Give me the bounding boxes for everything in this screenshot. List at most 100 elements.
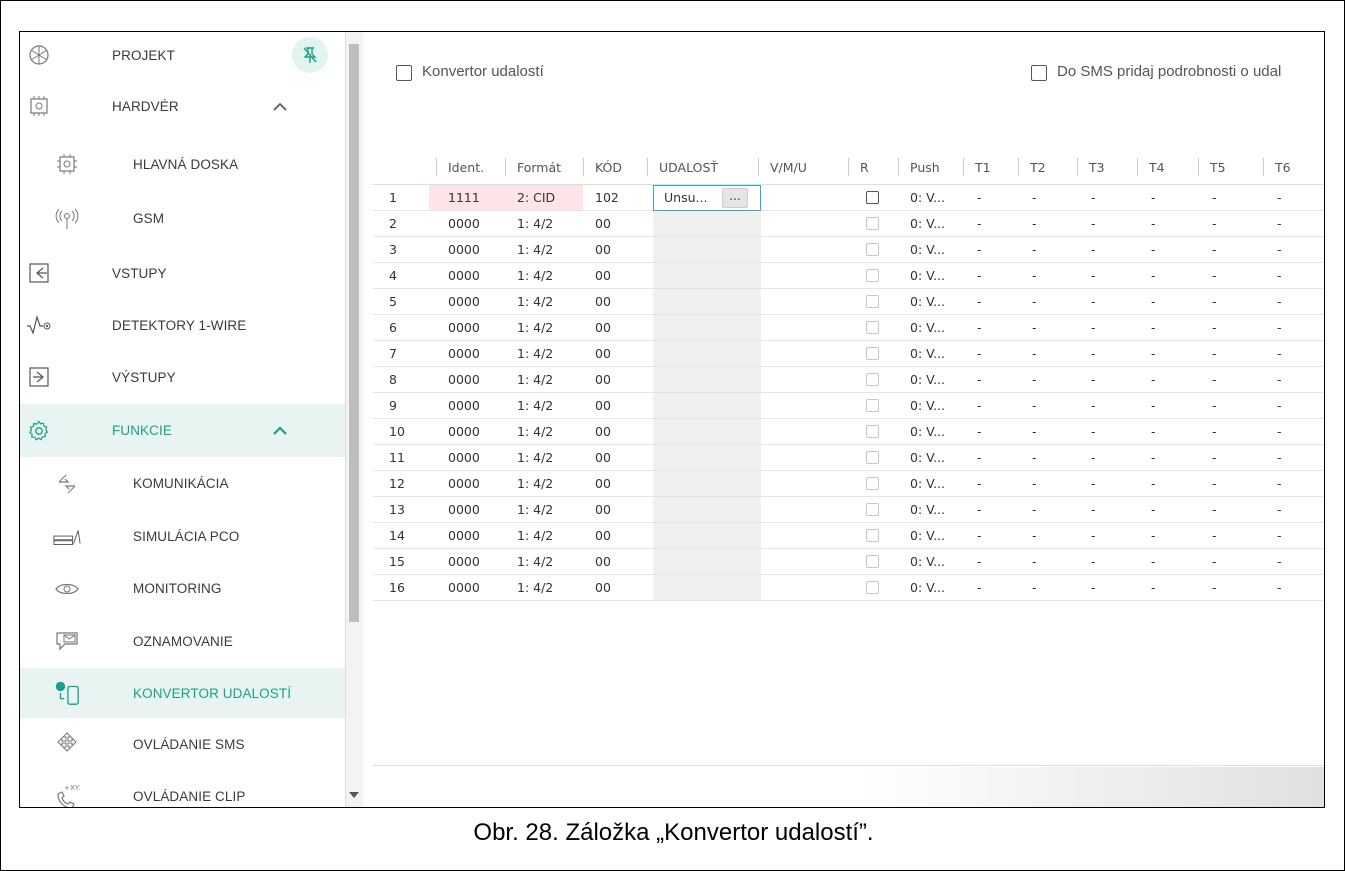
column-header[interactable]: Ident. — [436, 150, 484, 184]
sidebar-item-monitoring[interactable]: MONITORING — [20, 563, 345, 614]
trigger-cell[interactable]: - — [1151, 393, 1171, 418]
row-number[interactable]: 10 — [389, 419, 429, 444]
r-checkbox[interactable] — [866, 243, 879, 256]
trigger-cell[interactable]: - — [1277, 523, 1297, 548]
trigger-cell[interactable]: - — [977, 471, 997, 496]
format-cell[interactable]: 1: 4/2 — [499, 471, 583, 496]
format-cell[interactable]: 2: CID — [499, 185, 583, 210]
trigger-cell[interactable]: - — [1212, 575, 1232, 600]
ident-cell[interactable]: 0000 — [429, 289, 499, 314]
sidebar-item-komunikacia[interactable]: KOMUNIKÁCIA — [20, 457, 345, 510]
push-cell[interactable]: 0: V... — [910, 289, 965, 314]
push-cell[interactable]: 0: V... — [910, 315, 965, 340]
table-row[interactable]: 11 0000 1: 4/2 00 0: V... - - - - - - — [373, 445, 1324, 471]
row-number[interactable]: 3 — [389, 237, 429, 262]
ident-cell[interactable]: 0000 — [429, 263, 499, 288]
sidebar-item-gsm[interactable]: GSM — [20, 191, 345, 246]
trigger-cell[interactable]: - — [1212, 497, 1232, 522]
trigger-cell[interactable]: - — [1091, 549, 1111, 574]
event-editor[interactable]: Unsu...... — [653, 185, 761, 211]
row-number[interactable]: 12 — [389, 471, 429, 496]
trigger-cell[interactable]: - — [1212, 471, 1232, 496]
r-checkbox[interactable] — [866, 321, 879, 334]
trigger-cell[interactable]: - — [1277, 497, 1297, 522]
trigger-cell[interactable]: - — [1212, 211, 1232, 236]
row-number[interactable]: 16 — [389, 575, 429, 600]
chevron-up-icon[interactable] — [270, 96, 290, 116]
column-header[interactable]: Push — [898, 150, 940, 184]
code-cell[interactable]: 00 — [595, 211, 645, 236]
row-number[interactable]: 1 — [389, 185, 429, 210]
event-cell[interactable] — [653, 263, 761, 288]
trigger-cell[interactable]: - — [1032, 497, 1052, 522]
sidebar-scrollbar[interactable] — [345, 32, 363, 807]
format-cell[interactable]: 1: 4/2 — [499, 289, 583, 314]
format-cell[interactable]: 1: 4/2 — [499, 549, 583, 574]
event-cell[interactable] — [653, 471, 761, 496]
trigger-cell[interactable]: - — [1091, 315, 1111, 340]
row-number[interactable]: 2 — [389, 211, 429, 236]
event-cell[interactable] — [653, 315, 761, 340]
table-row[interactable]: 13 0000 1: 4/2 00 0: V... - - - - - - — [373, 497, 1324, 523]
row-number[interactable]: 14 — [389, 523, 429, 548]
ident-cell[interactable]: 0000 — [429, 211, 499, 236]
trigger-cell[interactable]: - — [1212, 237, 1232, 262]
format-cell[interactable]: 1: 4/2 — [499, 263, 583, 288]
trigger-cell[interactable]: - — [977, 367, 997, 392]
trigger-cell[interactable]: - — [1277, 575, 1297, 600]
push-cell[interactable]: 0: V... — [910, 185, 965, 210]
code-cell[interactable]: 00 — [595, 419, 645, 444]
event-cell[interactable] — [653, 523, 761, 548]
trigger-cell[interactable]: - — [1032, 289, 1052, 314]
trigger-cell[interactable]: - — [1032, 211, 1052, 236]
trigger-cell[interactable]: - — [1091, 445, 1111, 470]
r-checkbox[interactable] — [866, 347, 879, 360]
trigger-cell[interactable]: - — [977, 289, 997, 314]
trigger-cell[interactable]: - — [1277, 263, 1297, 288]
sidebar-item-ovladanie-sms[interactable]: OVLÁDANIE SMS — [20, 718, 345, 770]
push-cell[interactable]: 0: V... — [910, 367, 965, 392]
trigger-cell[interactable]: - — [1091, 237, 1111, 262]
code-cell[interactable]: 00 — [595, 315, 645, 340]
event-cell[interactable] — [653, 419, 761, 444]
table-row[interactable]: 6 0000 1: 4/2 00 0: V... - - - - - - — [373, 315, 1324, 341]
trigger-cell[interactable]: - — [1212, 393, 1232, 418]
format-cell[interactable]: 1: 4/2 — [499, 341, 583, 366]
column-header[interactable]: T2 — [1018, 150, 1046, 184]
row-number[interactable]: 8 — [389, 367, 429, 392]
code-cell[interactable]: 00 — [595, 445, 645, 470]
format-cell[interactable]: 1: 4/2 — [499, 523, 583, 548]
trigger-cell[interactable]: - — [977, 393, 997, 418]
trigger-cell[interactable]: - — [1212, 315, 1232, 340]
row-number[interactable]: 7 — [389, 341, 429, 366]
trigger-cell[interactable]: - — [1212, 263, 1232, 288]
trigger-cell[interactable]: - — [1151, 445, 1171, 470]
trigger-cell[interactable]: - — [1277, 341, 1297, 366]
trigger-cell[interactable]: - — [1212, 341, 1232, 366]
column-header[interactable]: T3 — [1077, 150, 1105, 184]
trigger-cell[interactable]: - — [977, 341, 997, 366]
sidebar-item-ovladanie-clip[interactable]: +XYZ OVLÁDANIE CLIP — [20, 770, 345, 807]
trigger-cell[interactable]: - — [1032, 263, 1052, 288]
code-cell[interactable]: 00 — [595, 523, 645, 548]
push-cell[interactable]: 0: V... — [910, 341, 965, 366]
chevron-up-icon[interactable] — [270, 421, 290, 441]
trigger-cell[interactable]: - — [1277, 549, 1297, 574]
trigger-cell[interactable]: - — [1277, 315, 1297, 340]
column-header[interactable]: UDALOSŤ — [647, 150, 718, 184]
code-cell[interactable]: 102 — [595, 185, 645, 210]
sidebar-item-konvertor-udalosti[interactable]: KONVERTOR UDALOSTÍ — [20, 668, 345, 718]
trigger-cell[interactable]: - — [1151, 341, 1171, 366]
r-checkbox[interactable] — [866, 269, 879, 282]
ident-cell[interactable]: 1111 — [429, 185, 499, 210]
event-cell[interactable] — [653, 445, 761, 470]
trigger-cell[interactable]: - — [1277, 393, 1297, 418]
ident-cell[interactable]: 0000 — [429, 497, 499, 522]
ident-cell[interactable]: 0000 — [429, 315, 499, 340]
trigger-cell[interactable]: - — [1032, 549, 1052, 574]
table-row[interactable]: 5 0000 1: 4/2 00 0: V... - - - - - - — [373, 289, 1324, 315]
trigger-cell[interactable]: - — [1212, 549, 1232, 574]
trigger-cell[interactable]: - — [1151, 211, 1171, 236]
trigger-cell[interactable]: - — [977, 237, 997, 262]
format-cell[interactable]: 1: 4/2 — [499, 497, 583, 522]
